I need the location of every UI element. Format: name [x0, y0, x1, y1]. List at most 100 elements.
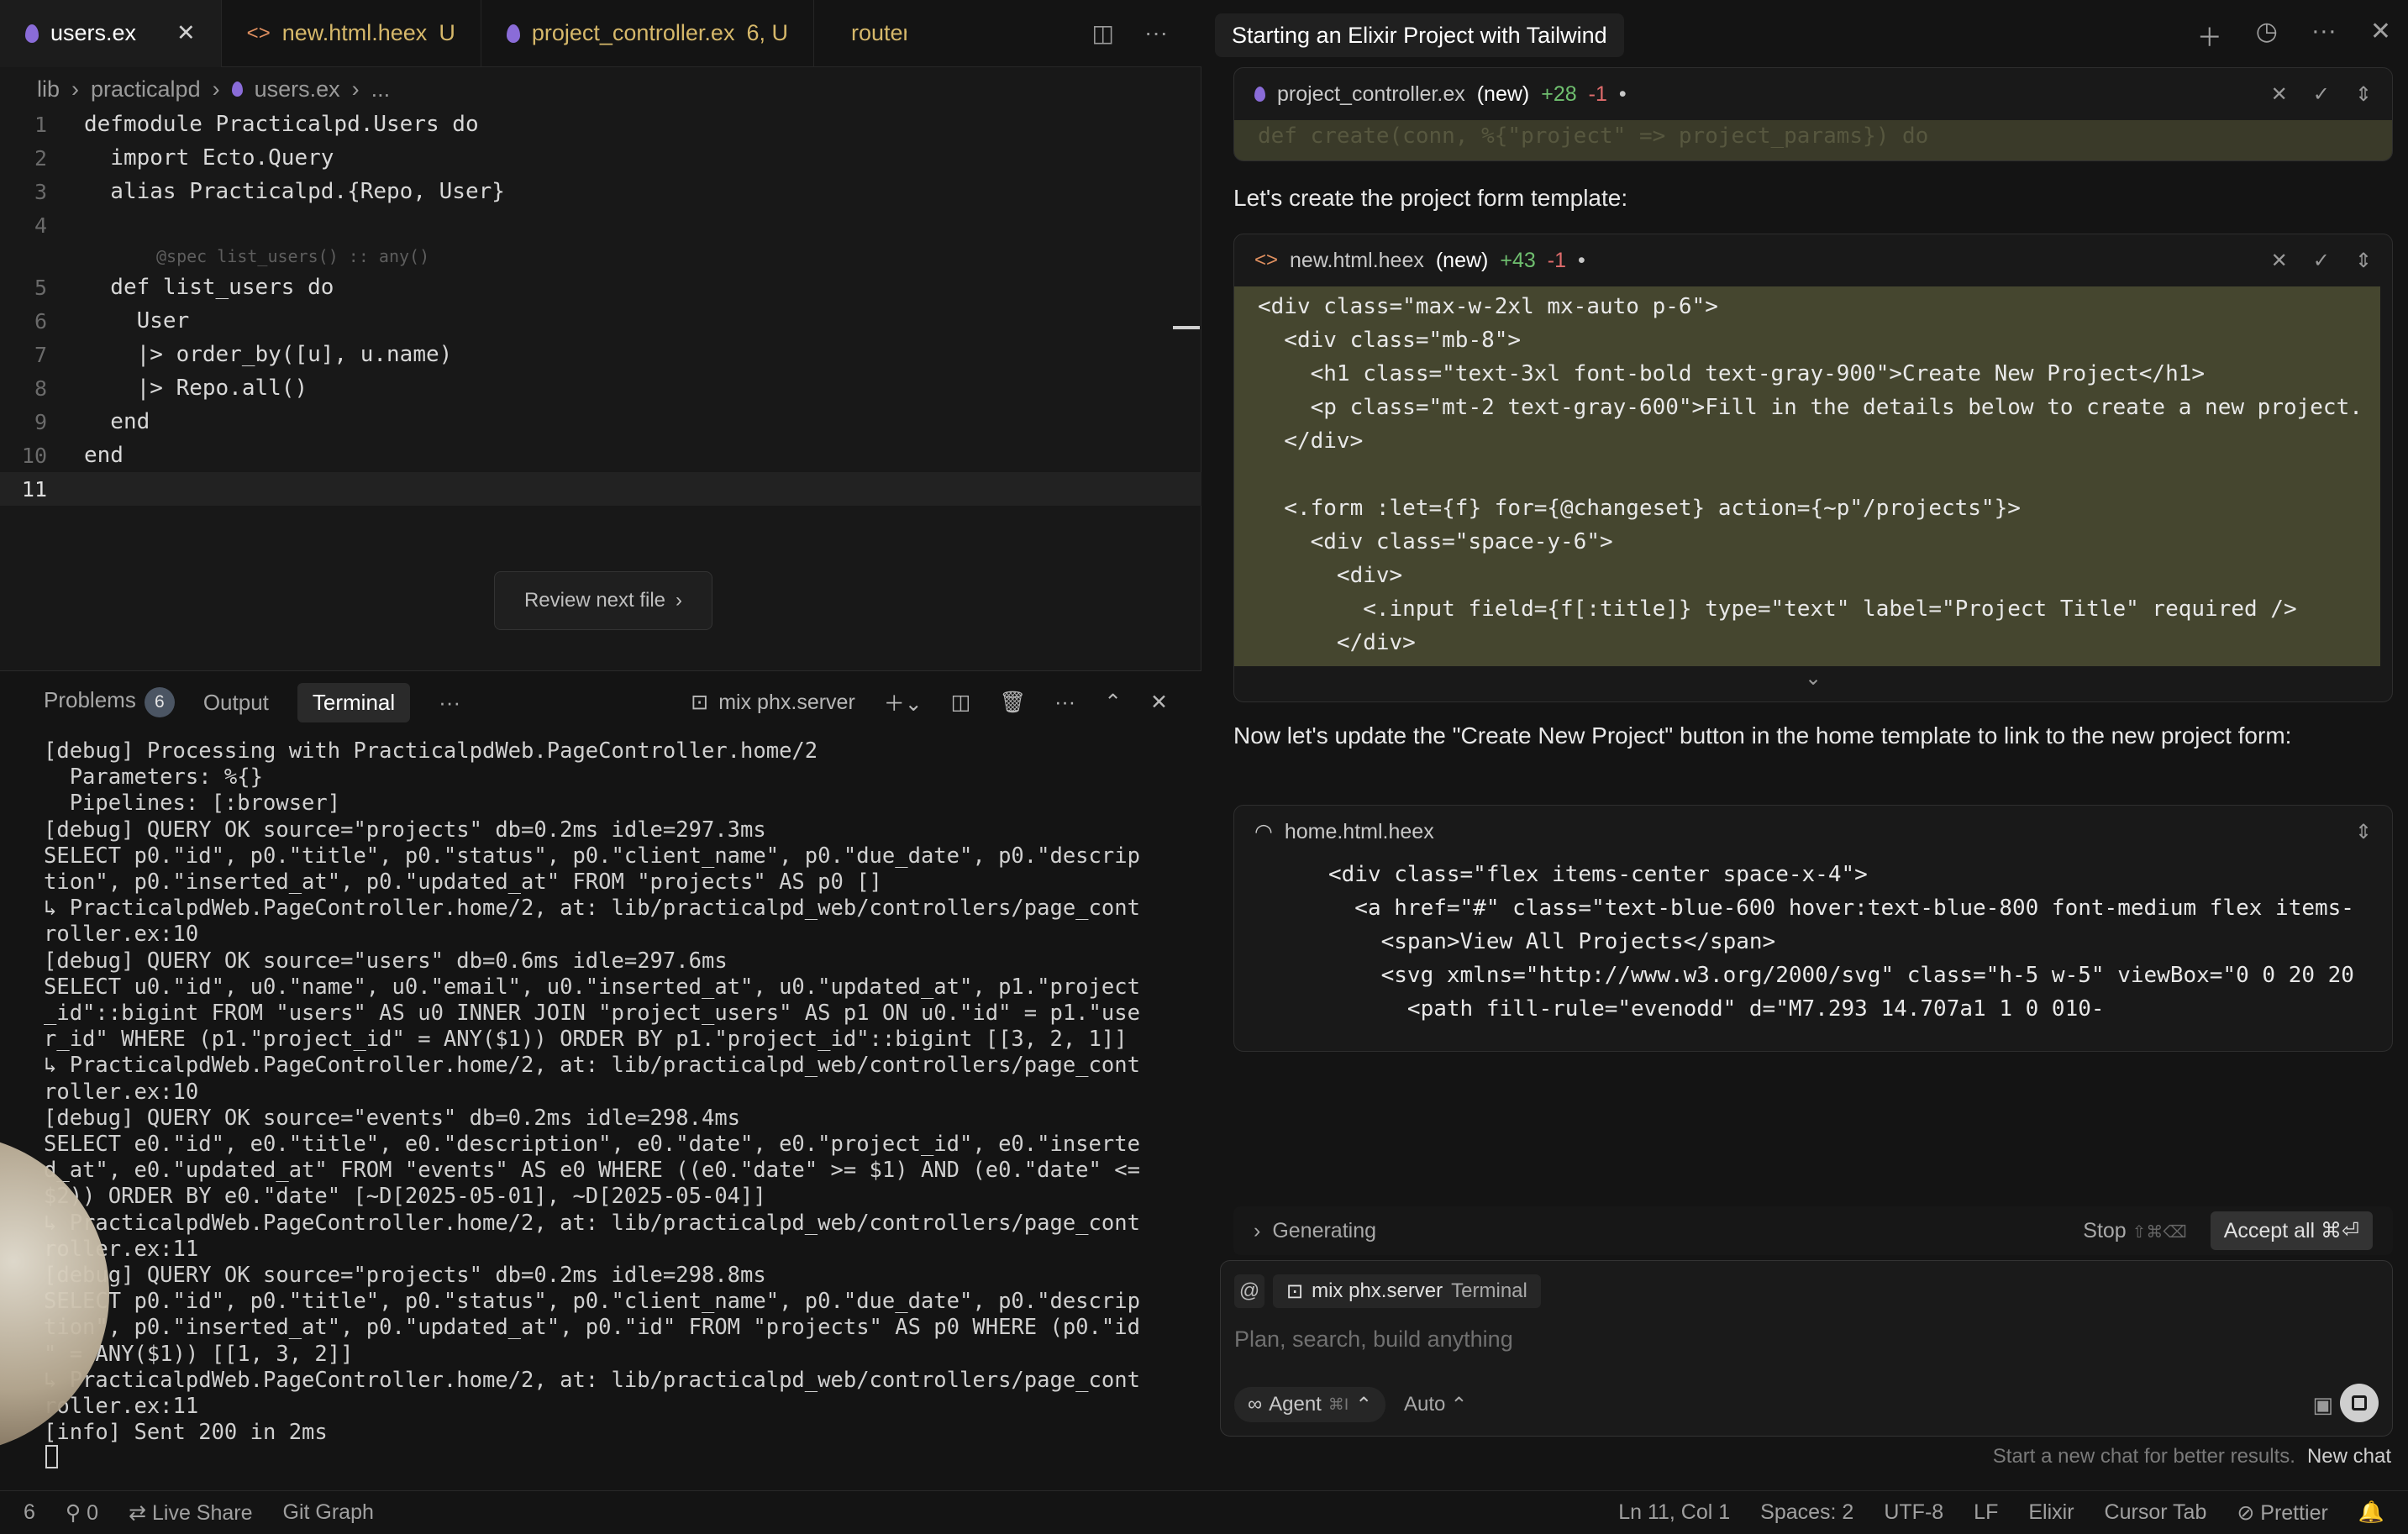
line-number: 6 — [34, 308, 47, 334]
reject-icon[interactable]: ✕ — [2271, 82, 2288, 107]
accept-icon[interactable]: ✓ — [2313, 82, 2330, 107]
line-number: 10 — [21, 443, 47, 468]
card-code-preview: def create(conn, %{"project" => project_… — [1234, 120, 2392, 160]
split-terminal-icon[interactable]: ◫ — [951, 690, 971, 715]
status-cursor-position[interactable]: Ln 11, Col 1 — [1603, 1500, 1745, 1526]
more-actions-icon[interactable]: ··· — [2311, 17, 2337, 54]
stop-generation-button[interactable] — [2340, 1384, 2379, 1422]
history-icon[interactable]: ◷ — [2256, 17, 2278, 54]
status-ports[interactable]: ⚲ 0 — [50, 1500, 113, 1526]
tab-output[interactable]: Output — [203, 690, 269, 716]
line-number: 11 — [21, 476, 47, 502]
tab-users-ex[interactable]: users.ex ✕ — [0, 0, 222, 67]
expand-icon[interactable]: ⇕ — [2355, 249, 2372, 273]
card-header[interactable]: project_controller.ex (new) +28 -1 • ✕ ✓ ⇕ — [1234, 68, 2392, 120]
elixir-file-icon — [1254, 87, 1265, 102]
status-git-graph[interactable]: Git Graph — [268, 1500, 389, 1525]
line-number: 9 — [34, 409, 47, 434]
code-line[interactable]: 8 |> Repo.all() — [0, 371, 1201, 405]
tab-project-controller[interactable]: project_controller.ex 6, U — [481, 0, 814, 67]
status-live-share[interactable]: ⇄ Live Share — [113, 1500, 267, 1526]
code-line[interactable]: 9 end — [0, 405, 1201, 439]
chat-input[interactable] — [1234, 1320, 2327, 1358]
chat-title[interactable]: Starting an Elixir Project with Tailwind — [1215, 13, 1624, 57]
status-cursor-tab[interactable]: Cursor Tab — [2090, 1500, 2222, 1526]
trash-icon[interactable]: 🗑 — [999, 691, 1026, 715]
more-actions-icon[interactable]: ··· — [1054, 691, 1075, 715]
terminal-line: roller.ex:11 — [44, 1236, 199, 1262]
new-chat-link[interactable]: New chat — [2307, 1445, 2391, 1468]
code-text: end — [84, 409, 150, 434]
breadcrumb-file[interactable]: users.ex — [255, 76, 340, 102]
terminal-icon: ⊡ — [691, 691, 709, 714]
code-line[interactable]: 3 alias Practicalpd.{Repo, User} — [0, 175, 1201, 208]
terminal-line: SELECT p0."id", p0."title", p0."status",… — [44, 843, 1140, 869]
reject-icon[interactable]: ✕ — [2271, 249, 2288, 273]
tab-router[interactable]: router.e — [814, 0, 907, 67]
code-line[interactable]: 7 |> order_by([u], u.name) — [0, 338, 1201, 371]
breadcrumb-more[interactable]: ... — [371, 76, 391, 102]
card-header[interactable]: <> new.html.heex (new) +43 -1 • ✕ ✓ ⇕ — [1234, 234, 2392, 286]
maximize-panel-icon[interactable]: ⌃ — [1104, 690, 1122, 715]
status-encoding[interactable]: UTF-8 — [1869, 1500, 1958, 1526]
infinity-icon: ∞ — [1248, 1393, 1263, 1416]
terminal-line: [debug] QUERY OK source="projects" db=0.… — [44, 1263, 766, 1289]
code-text: |> Repo.all() — [84, 376, 308, 401]
accept-icon[interactable]: ✓ — [2313, 249, 2330, 273]
card-header[interactable]: ◠ home.html.heex ⇕ — [1234, 806, 2392, 858]
model-selector[interactable]: Auto ⌃ — [1404, 1387, 1467, 1422]
expand-icon[interactable]: ⇕ — [2355, 820, 2372, 844]
code-line[interactable]: 10 end — [0, 439, 1201, 472]
expand-icon[interactable]: ⇕ — [2355, 82, 2372, 107]
terminal-output[interactable]: [debug] Processing with PracticalpdWeb.P… — [44, 738, 1178, 1446]
code-line[interactable]: 6 User — [0, 304, 1201, 338]
tab-problems[interactable]: Problems 6 — [44, 687, 175, 717]
status-errors[interactable]: 6 — [8, 1500, 50, 1525]
chevron-right-icon: › — [676, 589, 683, 612]
code-line[interactable]: 4 — [0, 208, 1201, 242]
new-chat-icon[interactable]: ＋ — [2197, 17, 2222, 54]
breadcrumb-lib[interactable]: lib — [37, 76, 60, 102]
more-tabs-icon[interactable]: ··· — [439, 690, 460, 716]
tab-label: project_controller.ex — [531, 20, 735, 45]
notifications-icon[interactable]: 🔔 — [2343, 1500, 2400, 1526]
lines-added: +43 — [1500, 248, 1536, 272]
close-panel-icon[interactable]: ✕ — [1150, 690, 1168, 715]
context-chip[interactable]: ⊡ mix phx.server Terminal — [1273, 1274, 1541, 1308]
code-line[interactable]: 2 import Ecto.Query — [0, 141, 1201, 175]
status-eol[interactable]: LF — [1958, 1500, 2013, 1526]
code-line-current[interactable]: 11 — [0, 472, 1201, 506]
terminal-line: Pipelines: [:browser] — [44, 791, 341, 817]
split-editor-icon[interactable]: ◫ — [1092, 19, 1114, 47]
add-terminal-icon[interactable]: ＋⌄ — [884, 687, 923, 717]
stop-button[interactable]: Stop ⇧⌘⌫ — [2083, 1219, 2186, 1243]
status-prettier[interactable]: ⊘ Prettier — [2221, 1500, 2343, 1526]
html-file-icon: <> — [1254, 249, 1279, 271]
more-actions-icon[interactable]: ··· — [1144, 19, 1168, 47]
status-language[interactable]: Elixir — [2013, 1500, 2089, 1526]
status-indentation[interactable]: Spaces: 2 — [1745, 1500, 1869, 1526]
assistant-message: Let's create the project form template: — [1233, 185, 1628, 211]
image-icon[interactable]: ▣ — [2312, 1392, 2333, 1418]
card-actions: ✕ ✓ ⇕ — [2271, 82, 2372, 107]
accept-all-button[interactable]: Accept all ⌘⏎ — [2210, 1211, 2373, 1250]
chevron-up-icon: ⌃ — [1355, 1393, 1373, 1416]
close-icon[interactable]: ✕ — [2370, 17, 2391, 54]
close-icon[interactable]: ✕ — [176, 20, 196, 46]
terminal-selector[interactable]: ⊡ mix phx.server — [691, 690, 855, 715]
review-next-file-button[interactable]: Review next file › — [494, 571, 712, 630]
code-line[interactable]: 5 def list_users do — [0, 271, 1201, 304]
editor-tab-bar: users.ex ✕ <> new.html.heex U project_co… — [0, 0, 1201, 67]
chevron-down-icon[interactable]: ⌄ — [1234, 666, 2392, 695]
agent-mode-selector[interactable]: ∞ Agent ⌘I ⌃ — [1234, 1387, 1386, 1422]
tab-new-html-heex[interactable]: <> new.html.heex U — [222, 0, 481, 67]
code-line[interactable]: 1 defmodule Practicalpd.Users do — [0, 108, 1201, 141]
terminal-name: mix phx.server — [718, 690, 855, 714]
code-editor[interactable]: 1 defmodule Practicalpd.Users do 2 import… — [0, 108, 1201, 506]
breadcrumb: lib › practicalpd › users.ex › ... — [37, 74, 390, 104]
chevron-right-icon[interactable]: › — [1254, 1219, 1260, 1243]
breadcrumb-folder[interactable]: practicalpd — [91, 76, 201, 102]
mention-button[interactable]: @ — [1234, 1274, 1264, 1308]
tab-terminal[interactable]: Terminal — [297, 682, 411, 722]
loading-spinner-icon: ◠ — [1254, 820, 1273, 843]
